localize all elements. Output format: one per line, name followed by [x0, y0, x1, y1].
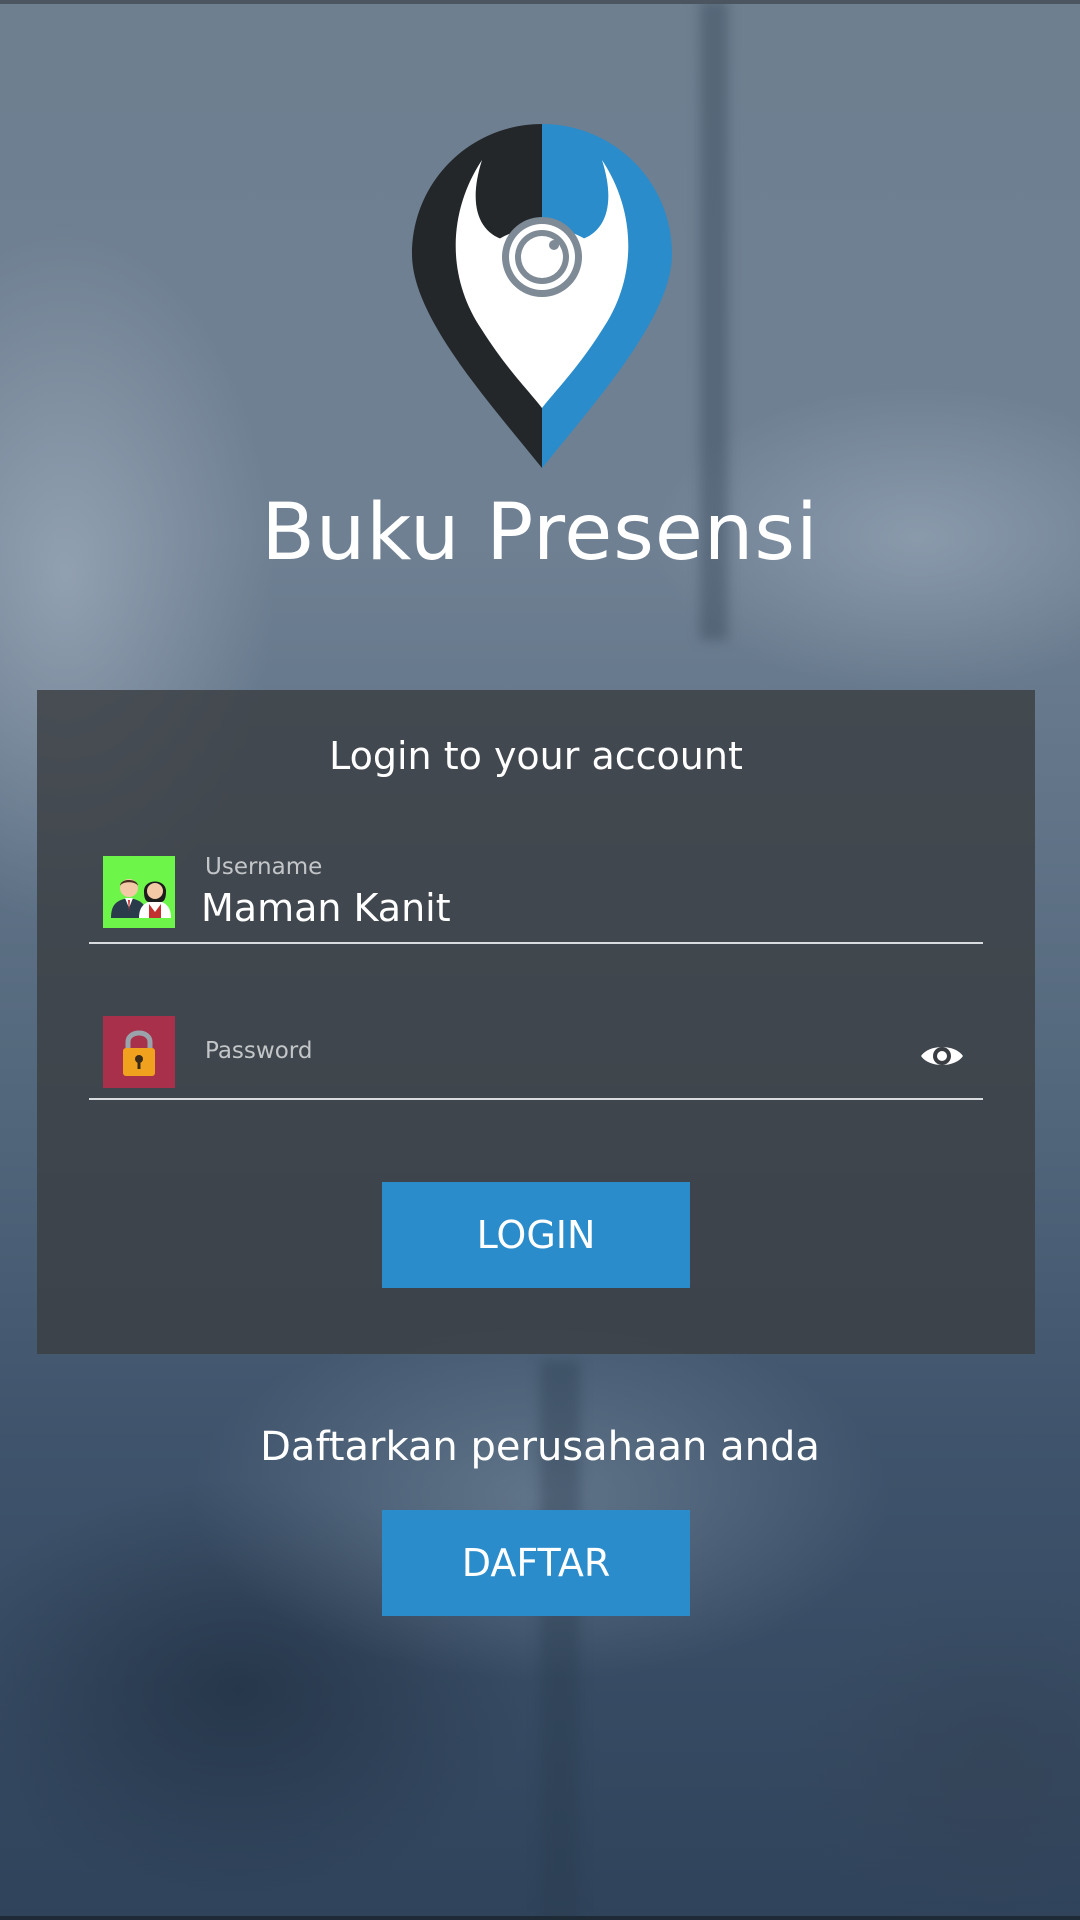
- login-button[interactable]: LOGIN: [382, 1182, 690, 1288]
- bottom-strip: [0, 1916, 1080, 1920]
- register-prompt: Daftarkan perusahaan anda: [260, 1424, 820, 1470]
- password-input[interactable]: Password: [205, 1038, 312, 1064]
- password-underline: [89, 1098, 983, 1100]
- app-logo: [412, 124, 672, 468]
- app-title: Buku Presensi: [261, 488, 819, 578]
- login-heading: Login to your account: [329, 734, 743, 778]
- status-strip: [0, 0, 1080, 4]
- username-label: Username: [205, 854, 323, 880]
- login-card: Login to your account Username Maman Kan…: [37, 690, 1035, 1354]
- register-button[interactable]: DAFTAR: [382, 1510, 690, 1616]
- users-couple-icon: [103, 856, 175, 928]
- username-underline: [89, 942, 983, 944]
- username-input[interactable]: Maman Kanit: [201, 886, 451, 930]
- padlock-icon: [103, 1016, 175, 1088]
- eye-icon[interactable]: [919, 1040, 965, 1072]
